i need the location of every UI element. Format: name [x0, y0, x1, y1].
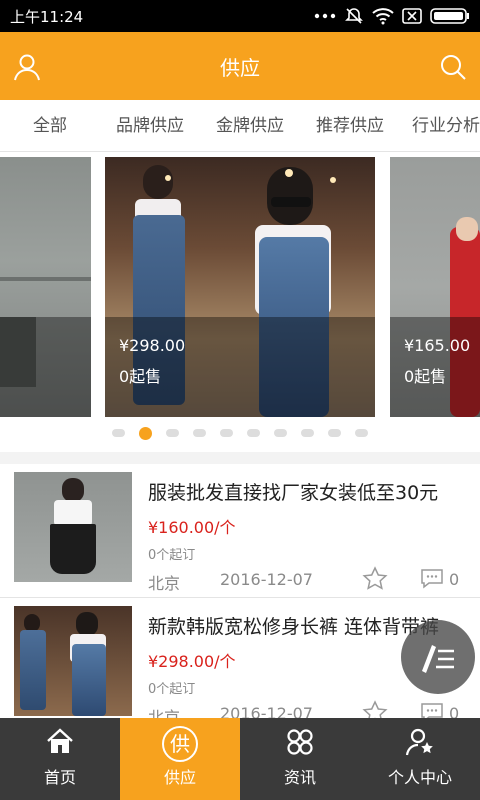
product-title[interactable]: 服装批发直接找厂家女装低至30元 [148, 478, 474, 505]
product-price: ¥160.00/个 [148, 518, 236, 537]
supply-icon: 供 [160, 724, 200, 764]
product-location: 北京 [148, 574, 181, 593]
carousel-dot[interactable] [301, 429, 314, 437]
carousel-dot[interactable] [328, 429, 341, 437]
slide-min-order: 0起售 [404, 367, 447, 386]
comment-count: 0 [449, 570, 460, 589]
slide-overlay [0, 317, 91, 417]
carousel-dots [0, 427, 480, 440]
profile-icon [404, 726, 436, 758]
nav-supply[interactable]: 供 供应 [120, 718, 240, 800]
page-title: 供应 [220, 55, 260, 80]
nav-news[interactable]: 资讯 [240, 718, 360, 800]
edit-menu-icon [418, 639, 458, 675]
carousel-dot[interactable] [193, 429, 206, 437]
nav-home[interactable]: 首页 [0, 718, 120, 800]
app-header: 供应 [0, 32, 480, 100]
product-price: ¥298.00/个 [148, 652, 236, 671]
carousel-slide[interactable]: ¥165.00 0起售 [390, 157, 480, 417]
status-time: 上午11:24 [10, 7, 84, 26]
no-sim-icon [402, 8, 422, 24]
nav-supply-label: 供应 [163, 768, 196, 787]
product-date: 2016-12-07 [220, 570, 313, 589]
bottom-nav: 首页 供 供应 资讯 个人中心 [0, 718, 480, 800]
carousel-dot[interactable] [274, 429, 287, 437]
tab-brand-supply[interactable]: 品牌供应 [110, 100, 190, 151]
product-carousel[interactable]: ¥298.00 0起售 ¥165.00 0起售 [0, 152, 480, 452]
comment-icon[interactable] [420, 702, 444, 718]
nav-home-label: 首页 [43, 768, 76, 787]
tab-gold-supply[interactable]: 金牌供应 [210, 100, 290, 151]
product-location: 北京 [148, 708, 181, 718]
slide-price: ¥298.00 [119, 336, 186, 355]
carousel-dot-active[interactable] [139, 427, 152, 440]
comment-icon[interactable] [420, 568, 444, 590]
status-bar: 上午11:24 [0, 0, 480, 32]
list-item[interactable]: 服装批发直接找厂家女装低至30元 ¥160.00/个 0个起订 北京 2016-… [0, 464, 480, 598]
slide-price: ¥165.00 [404, 336, 471, 355]
news-icon [284, 726, 316, 758]
carousel-dot[interactable] [220, 429, 233, 437]
nav-profile-label: 个人中心 [387, 768, 452, 787]
user-icon[interactable] [12, 52, 42, 82]
search-icon[interactable] [438, 52, 468, 82]
more-dots-icon [314, 12, 336, 20]
nav-profile[interactable]: 个人中心 [360, 718, 480, 800]
battery-icon [430, 7, 470, 25]
carousel-slide[interactable]: ¥298.00 0起售 [105, 157, 375, 417]
carousel-dot[interactable] [247, 429, 260, 437]
tab-industry-analysis[interactable]: 行业分析 [412, 100, 480, 151]
comment-count: 0 [449, 704, 460, 718]
star-icon[interactable] [362, 566, 388, 592]
wifi-icon [372, 7, 394, 25]
svg-text:供: 供 [170, 732, 190, 756]
nav-news-label: 资讯 [283, 768, 316, 787]
carousel-dot[interactable] [166, 429, 179, 437]
product-min-order: 0个起订 [148, 682, 196, 697]
star-icon[interactable] [362, 700, 388, 718]
home-icon [44, 726, 76, 758]
tab-all[interactable]: 全部 [22, 100, 78, 151]
category-tabs: 全部 品牌供应 金牌供应 推荐供应 行业分析 [0, 100, 480, 152]
product-min-order: 0个起订 [148, 548, 196, 563]
slide-min-order: 0起售 [119, 367, 162, 386]
mute-icon [344, 6, 364, 26]
product-thumbnail[interactable] [14, 472, 132, 582]
carousel-slide[interactable] [0, 157, 91, 417]
publish-fab[interactable] [401, 620, 475, 694]
carousel-dot[interactable] [112, 429, 125, 437]
product-thumbnail[interactable] [14, 606, 132, 716]
tab-recommended-supply[interactable]: 推荐供应 [310, 100, 390, 151]
carousel-dot[interactable] [355, 429, 368, 437]
product-date: 2016-12-07 [220, 704, 313, 718]
